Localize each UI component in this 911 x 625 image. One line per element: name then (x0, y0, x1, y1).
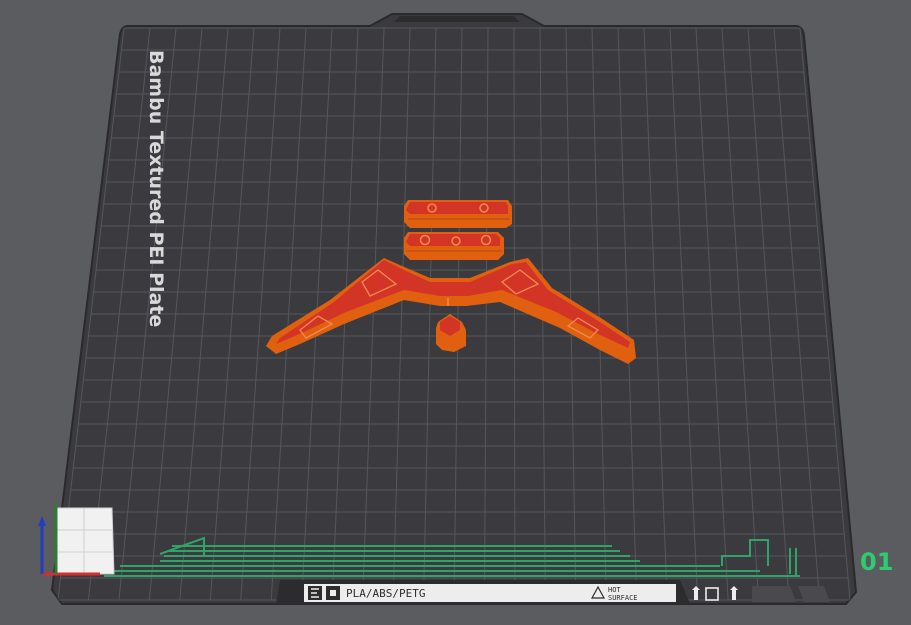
hot-surface-line1: HOT (608, 586, 621, 594)
plate-surface[interactable] (50, 13, 858, 605)
3d-viewport[interactable]: Bambu Textured PEI Plate PLA/ABS/PETG HO… (0, 0, 911, 625)
top-bar-piece[interactable] (404, 200, 512, 228)
plate-handle-notch (394, 16, 520, 22)
axis-gizmo (38, 504, 115, 576)
plate-name-label: Bambu Textured PEI Plate (145, 50, 167, 327)
build-plate[interactable] (50, 13, 858, 605)
filament-label: PLA/ABS/PETG (346, 587, 425, 600)
plate-number[interactable]: 01 (860, 548, 893, 576)
hot-surface-line2: SURFACE (608, 594, 638, 602)
middle-bar-piece[interactable] (404, 232, 504, 260)
